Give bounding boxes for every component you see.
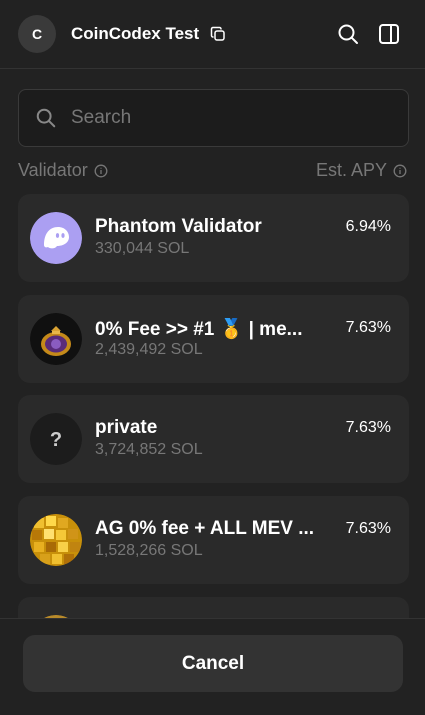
validator-name: 0% Fee >> #1 🥇 | me... (95, 319, 303, 340)
validator-apy: 6.94% (345, 218, 391, 235)
validator-stake: 3,724,852 SOL (95, 441, 203, 458)
svg-text:?: ? (50, 429, 62, 451)
validator-apy: 7.63% (345, 419, 391, 436)
validator-stake: 1,528,266 SOL (95, 542, 203, 559)
validator-name: AG 0% fee + ALL MEV ... (95, 518, 315, 539)
validator-card[interactable]: ? private 3,724,852 SOL 7.63% (18, 395, 409, 483)
info-icon[interactable] (393, 164, 407, 178)
search-icon (36, 108, 56, 128)
validator-stake: 330,044 SOL (95, 240, 190, 257)
validator-column-header: Validator (18, 160, 108, 181)
account-name[interactable]: CoinCodex Test (71, 24, 199, 44)
question-mark-icon: ? (30, 413, 82, 465)
validator-apy: 7.63% (345, 520, 391, 537)
search-field[interactable] (18, 89, 409, 147)
search-input[interactable] (71, 90, 401, 146)
validator-card[interactable]: Phantom Validator 330,044 SOL 6.94% (18, 194, 409, 282)
sidebar-panel-icon[interactable] (377, 22, 401, 46)
search-icon[interactable] (336, 22, 360, 46)
validator-name: Phantom Validator (95, 216, 262, 237)
gold-disco-ball-logo (30, 514, 82, 566)
validator-name: private (95, 417, 158, 438)
header-bar: C CoinCodex Test (0, 0, 425, 69)
apy-column-label: Est. APY (315, 160, 387, 180)
validator-card[interactable]: 0% Fee >> #1 🥇 | me... 2,439,492 SOL 7.6… (18, 295, 409, 383)
validator-column-label: Validator (18, 160, 88, 180)
apy-column-header: Est. APY (316, 160, 407, 181)
copy-icon[interactable] (210, 26, 226, 42)
footer-bar: Cancel (0, 618, 425, 715)
account-avatar[interactable]: C (18, 15, 56, 53)
money-bag-logo (30, 313, 82, 365)
validator-stake: 2,439,492 SOL (95, 341, 203, 358)
validator-card[interactable]: AG 0% fee + ALL MEV ... 1,528,266 SOL 7.… (18, 496, 409, 584)
cancel-button[interactable]: Cancel (23, 635, 403, 692)
phantom-ghost-logo (30, 212, 82, 264)
validator-apy: 7.63% (345, 319, 391, 336)
info-icon[interactable] (94, 164, 108, 178)
